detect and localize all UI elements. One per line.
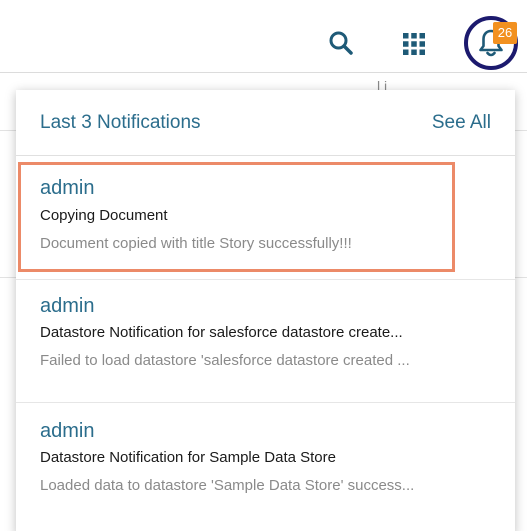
notification-count-badge: 26 bbox=[493, 22, 517, 44]
search-button[interactable] bbox=[326, 28, 356, 58]
notifications-dropdown: Last 3 Notifications See All admin Copyi… bbox=[16, 90, 515, 531]
background-divider bbox=[0, 72, 527, 73]
see-all-link[interactable]: See All bbox=[432, 112, 491, 134]
notification-user: admin bbox=[40, 177, 95, 199]
notification-title: Datastore Notification for Sample Data S… bbox=[40, 449, 336, 466]
notification-message: Loaded data to datastore 'Sample Data St… bbox=[40, 477, 415, 494]
dropdown-header: Last 3 Notifications See All bbox=[16, 90, 515, 156]
search-icon bbox=[329, 31, 353, 55]
notification-user: admin bbox=[40, 420, 95, 442]
page: 26 l i Last 3 Notifications See All admi… bbox=[0, 0, 527, 531]
notification-item[interactable]: admin Datastore Notification for Sample … bbox=[16, 402, 515, 531]
notification-user: admin bbox=[40, 295, 95, 317]
notification-item[interactable]: admin Datastore Notification for salesfo… bbox=[16, 279, 515, 402]
notification-message: Document copied with title Story success… bbox=[40, 235, 352, 252]
notification-title: Copying Document bbox=[40, 207, 168, 224]
top-bar: 26 bbox=[0, 0, 527, 72]
apps-button[interactable] bbox=[400, 30, 428, 58]
notification-message: Failed to load datastore 'salesforce dat… bbox=[40, 352, 410, 369]
dropdown-title: Last 3 Notifications bbox=[40, 112, 201, 133]
apps-grid-icon bbox=[403, 33, 425, 55]
notification-title: Datastore Notification for salesforce da… bbox=[40, 324, 403, 341]
notification-item[interactable]: admin Copying Document Document copied w… bbox=[16, 157, 515, 279]
